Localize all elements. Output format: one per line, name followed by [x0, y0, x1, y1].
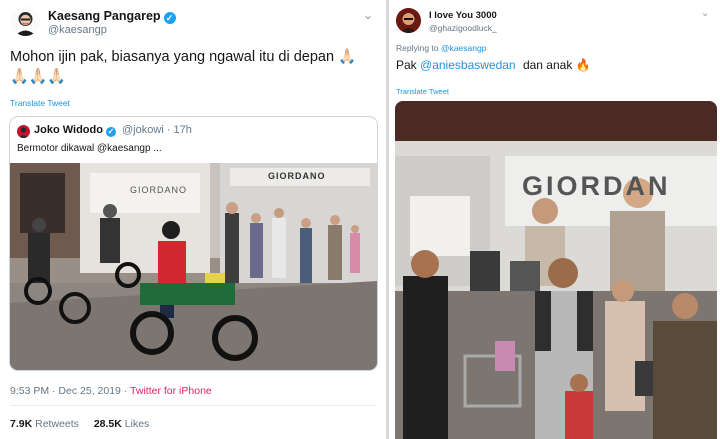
mall-crowd-photo	[395, 101, 717, 439]
tweet-text-before: Pak	[396, 58, 417, 72]
verified-badge-icon: ✓	[163, 12, 176, 24]
reply-context: Replying to @kaesangp	[396, 43, 486, 53]
likes-label: Likes	[124, 418, 150, 430]
quoted-time[interactable]: · 17h	[167, 124, 192, 136]
retweets-count: 7.9K	[10, 418, 33, 430]
quoted-author-avatar[interactable]	[17, 125, 30, 138]
right-tweet-card: I love You 3000 @ghazigoodluck_ ⌄ Replyi…	[389, 0, 720, 439]
motorcycle-street-photo	[10, 163, 377, 370]
quoted-tweet[interactable]: Joko Widodo ✓ @jokowi · 17h Bermotor dika…	[9, 116, 378, 371]
translate-tweet-link[interactable]: Translate Tweet	[10, 98, 70, 108]
tweet-source-link[interactable]: Twitter for iPhone	[130, 385, 212, 397]
quoted-author-row[interactable]: Joko Widodo ✓ @jokowi · 17h	[34, 124, 192, 137]
author-name[interactable]: Kaesang Pangarep	[48, 9, 161, 23]
tweet-text-line1: Mohon ijin pak, biasanya yang ngawal itu…	[10, 49, 357, 65]
author-handle[interactable]: @ghazigoodluck_	[429, 23, 497, 33]
fire-emoji: 🔥	[575, 58, 591, 72]
reply-to-link[interactable]: @kaesangp	[441, 43, 487, 53]
tweet-timestamp[interactable]: 9:53 PM · Dec 25, 2019 ·	[10, 385, 127, 397]
likes-count: 28.5K	[93, 418, 122, 430]
store-sign-text: GIORDAN	[522, 171, 671, 201]
quoted-text: Bermotor dikawal @kaesangp ...	[17, 143, 162, 154]
chevron-down-icon[interactable]: ⌄	[701, 8, 709, 19]
tweet-text: Pak @aniesbaswedan dan anak 🔥	[396, 58, 591, 72]
store-sign-text-left: GIORDANO	[130, 185, 188, 195]
left-tweet-card: Kaesang Pangarep ✓ @kaesangp ⌄ Mohon ijin…	[0, 0, 386, 439]
likes-stat[interactable]: 28.5K Likes	[94, 418, 149, 430]
tweet-text-after: dan anak	[522, 58, 573, 72]
author-handle[interactable]: @kaesangp	[48, 24, 107, 36]
tweet-text: Mohon ijin pak, biasanya yang ngawal itu…	[10, 47, 380, 87]
mention-link[interactable]: @aniesbaswedan	[420, 58, 516, 72]
tweet-photo[interactable]: GIORDAN	[395, 101, 717, 439]
translate-tweet-link[interactable]: Translate Tweet	[396, 87, 449, 96]
author-name[interactable]: I love You 3000	[429, 10, 497, 21]
author-avatar[interactable]	[396, 8, 421, 33]
tweet-timestamp-row: 9:53 PM · Dec 25, 2019 · Twitter for iPh…	[10, 385, 212, 397]
verified-badge-icon: ✓	[105, 127, 116, 137]
tweet-text-line2: 🙏🏻🙏🏻🙏🏻	[10, 68, 67, 85]
reply-prefix: Replying to	[396, 43, 439, 53]
retweets-stat[interactable]: 7.9K Retweets	[10, 418, 79, 430]
quoted-author-handle[interactable]: @jokowi	[122, 124, 164, 136]
quoted-photo[interactable]: GIORDANO GIORDANO	[10, 163, 377, 370]
divider	[10, 405, 376, 406]
quoted-author-name[interactable]: Joko Widodo	[34, 124, 103, 136]
chevron-down-icon[interactable]: ⌄	[363, 8, 373, 22]
author-name-row[interactable]: Kaesang Pangarep ✓	[48, 9, 176, 24]
author-avatar[interactable]	[11, 7, 40, 36]
retweets-label: Retweets	[35, 418, 79, 430]
tweet-stats: 7.9K Retweets 28.5K Likes	[10, 418, 149, 430]
store-sign-text: GIORDANO	[268, 171, 326, 181]
